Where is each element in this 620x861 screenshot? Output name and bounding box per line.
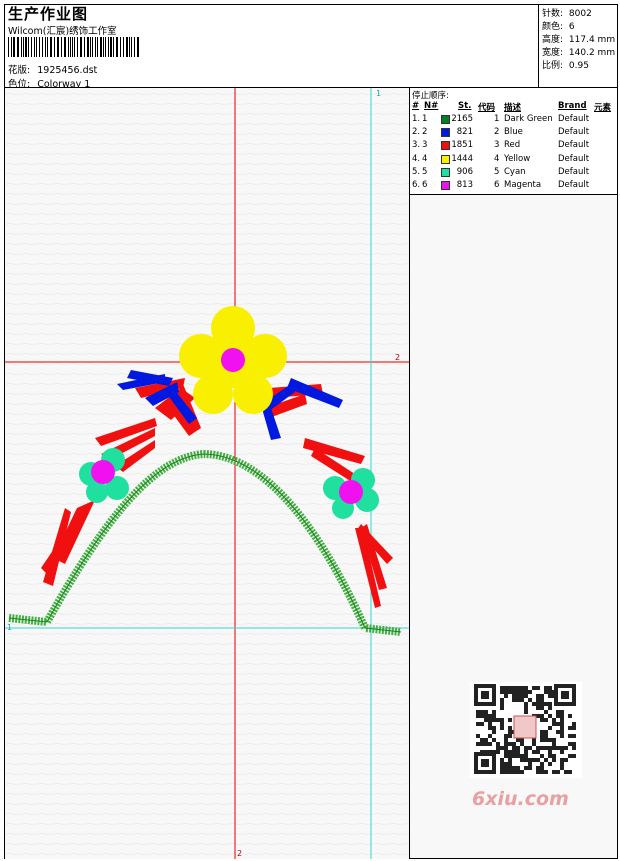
design-label: 花版: [8,65,31,76]
info-width: 宽度: 140.2 mm [542,45,615,58]
embroidery-preview: 1 2 2 1 [5,88,409,859]
row-stitches: 821 [456,127,473,138]
row-brand: Default [558,127,590,138]
row-brand: Default [558,180,590,190]
row-index: 3. [412,140,421,151]
col-header-index: # [412,101,420,111]
row-description: Red [504,140,521,151]
row-needle: 1 [422,114,428,124]
info-value: 8002 [568,9,592,19]
row-stitches: 906 [456,166,473,177]
row-description: Yellow [504,153,531,164]
row-description: Dark Green [504,114,553,124]
row-code: 2 [494,127,500,138]
row-code: 5 [494,166,500,177]
row-description: Cyan [504,166,526,177]
col-header-description: 描述 [504,103,522,113]
info-label: 针数: [542,9,564,19]
info-stitches: 针数: 8002 [542,6,592,19]
yellow-flower-center [221,348,245,372]
row-description: Blue [504,127,523,138]
col-header-stitches: St. [458,101,472,111]
barcode-image [8,37,139,57]
row-needle: 6 [422,180,428,190]
row-index: 5. [412,166,421,177]
row-needle: 3 [422,140,428,151]
row-brand: Default [558,166,590,177]
col-header-number: N# [424,101,439,111]
row-index: 1. [412,114,421,124]
company-name: Wilcom(汇宸)绣饰工作室 [8,26,117,37]
page-title: 生产作业图 [8,5,89,23]
row-code: 1 [494,114,500,124]
row-code: 3 [494,140,500,151]
row-stitches: 1444 [451,153,473,164]
row-description: Magenta [504,180,542,190]
row-needle: 2 [422,127,428,138]
stop-sequence-table: 停止顺序: # N# St. 代码 描述 Brand 元素 1. 1 2165 1 Da… [410,88,617,194]
row-stitches: 2165 [451,114,473,124]
guide-label-bottom: 2 [237,849,242,858]
info-value: 0.95 [568,61,589,71]
row-brand: Default [558,153,590,164]
row-code: 4 [494,153,500,164]
design-value: 1925456.dst [37,65,98,76]
row-index: 2. [412,127,421,138]
qr-logo-icon [513,715,537,739]
row-stitches: 813 [456,180,473,190]
guide-label-top: 1 [376,89,381,98]
row-index: 4. [412,153,421,164]
info-label: 宽度: [542,48,564,58]
col-header-element: 元素 [594,103,612,113]
info-label: 高度: [542,35,564,45]
info-value: 140.2 mm [568,48,616,58]
qr-code-image [470,682,582,778]
row-index: 6. [412,180,421,190]
row-needle: 4 [422,153,428,164]
info-value: 6 [568,22,575,32]
stop-sequence-title: 停止顺序: [412,91,449,101]
info-colors: 颜色: 6 [542,19,575,32]
row-brand: Default [558,140,590,151]
row-brand: Default [558,114,590,124]
design-canvas[interactable]: 1 2 2 1 [5,88,409,859]
info-label: 比例: [542,61,564,71]
guide-label-left: 1 [7,623,12,632]
row-stitches: 1851 [451,140,473,151]
guide-label-right: 2 [395,353,400,362]
row-needle: 5 [422,166,428,177]
col-header-code: 代码 [478,103,496,113]
watermark-text: 6xiu.com [472,788,569,810]
row-code: 6 [494,180,500,190]
info-value: 117.4 mm [568,35,616,45]
info-scale: 比例: 0.95 [542,58,589,71]
info-height: 高度: 117.4 mm [542,32,615,45]
design-line: 花版: 1925456.dst [8,62,97,76]
col-header-brand: Brand [558,101,587,111]
info-divider [538,4,539,88]
info-label: 颜色: [542,22,564,32]
